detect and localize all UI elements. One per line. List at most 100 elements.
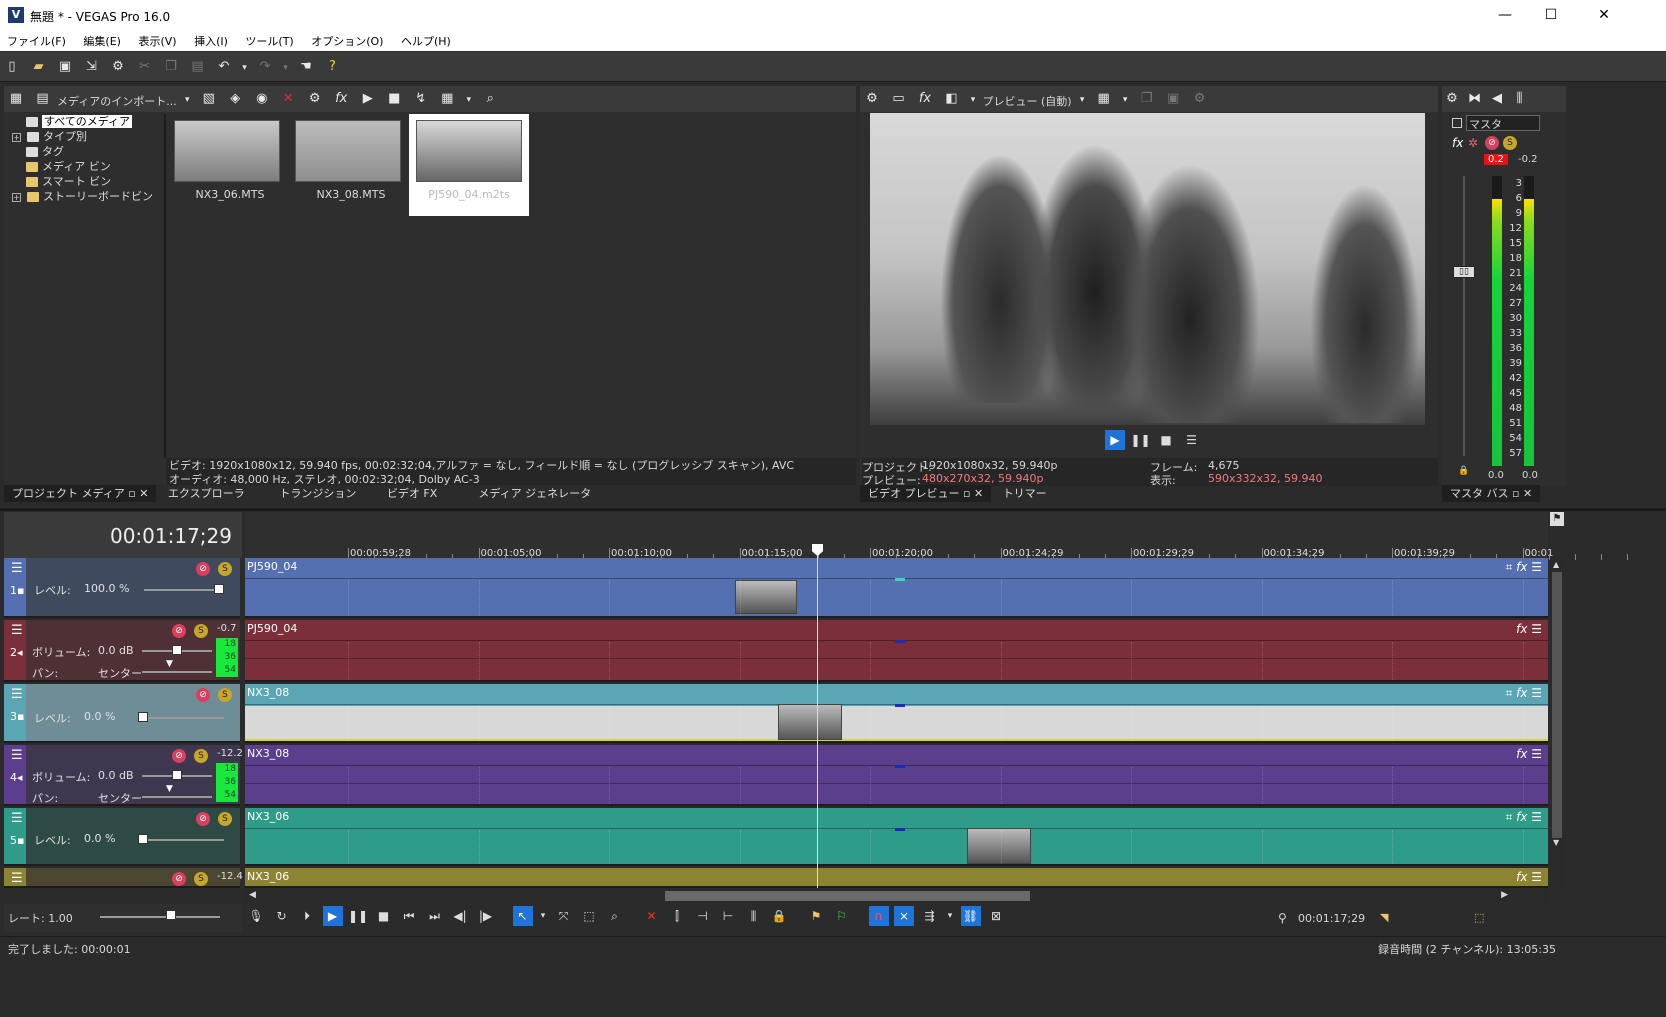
preview-quality-select[interactable]: プレビュー (自動) (983, 93, 1072, 109)
fader-lock-icon[interactable]: 🔒 (1458, 466, 1469, 476)
track-mute-icon[interactable]: ⊘ (172, 624, 186, 638)
markers-menu-icon[interactable]: ⚑ (1550, 512, 1564, 526)
lock-icon[interactable]: 🔒 (769, 906, 789, 926)
level-slider-track[interactable] (144, 589, 224, 591)
track-solo-icon[interactable]: S (218, 562, 232, 576)
scroll-up-icon[interactable]: ▲ (1553, 560, 1559, 569)
interactive-tutorial-icon[interactable]: ☚ (296, 57, 316, 77)
splitter[interactable] (164, 114, 166, 458)
whats-this-help-icon[interactable]: ? (323, 57, 343, 77)
pause-icon[interactable]: ❚❚ (1131, 430, 1151, 450)
fade-handle[interactable] (895, 640, 905, 643)
close-tab-icon[interactable]: ✕ (1523, 487, 1532, 500)
tree-item-smart-bin[interactable]: スマート ビン (4, 174, 164, 189)
event-fx-icon[interactable]: ⌗ fx ☰ (1506, 810, 1542, 825)
new-file-icon[interactable]: ▯ (2, 57, 22, 77)
float-icon[interactable]: ▫ (128, 487, 135, 500)
event-fx-icon[interactable]: ⌗ fx ☰ (1506, 560, 1542, 575)
menu-tools[interactable]: ツール(T) (238, 30, 300, 52)
preview-menu-icon[interactable]: ☰ (1182, 430, 1202, 450)
split-screen-icon[interactable]: ◧ (942, 89, 962, 109)
copy-icon[interactable]: ❐ (161, 57, 181, 77)
track-lane-5[interactable]: NX3_06 ⌗ fx ☰ (245, 808, 1548, 866)
fade-handle[interactable] (895, 578, 905, 581)
track-solo-icon[interactable]: S (194, 749, 208, 763)
track-mute-icon[interactable]: ⊘ (196, 562, 210, 576)
track-lane-1[interactable]: PJ590_04 ⌗ fx ☰ (245, 558, 1548, 618)
ignore-grouping-icon[interactable]: ⊠ (986, 906, 1006, 926)
menu-options[interactable]: オプション(O) (304, 30, 390, 52)
event-fx-icon[interactable]: fx ☰ (1516, 870, 1542, 884)
track-header-5[interactable]: ☰ 5▪ ⊘ S レベル: 0.0 % (4, 808, 240, 866)
undo-dropdown-icon[interactable]: ▾ (241, 58, 249, 78)
lock-envelopes-icon[interactable]: ⛓ (960, 906, 981, 926)
track-solo-icon[interactable]: S (218, 688, 232, 702)
previous-frame-icon[interactable]: ◀| (450, 906, 470, 926)
mixer-sliders-icon[interactable]: ⫼ (1512, 89, 1528, 109)
expand-icon[interactable]: + (12, 192, 21, 202)
master-solo-icon[interactable]: S (1503, 136, 1517, 150)
fade-handle[interactable] (895, 704, 905, 707)
go-to-end-icon[interactable]: ⏭ (425, 906, 445, 926)
track-menu-icon[interactable]: ☰ (11, 812, 25, 825)
level-slider-track[interactable] (144, 717, 224, 719)
track-menu-icon[interactable]: ☰ (11, 872, 25, 885)
views-dropdown-icon[interactable]: ▾ (464, 90, 474, 110)
level-slider-knob[interactable] (214, 584, 224, 594)
menu-file[interactable]: ファイル(F) (0, 30, 73, 52)
media-thumbnail-nx3-06[interactable]: NX3_06.MTS (174, 120, 286, 201)
tab-video-fx[interactable]: ビデオ FX (379, 485, 467, 502)
media-properties-icon[interactable]: ⚙ (305, 89, 325, 109)
tab-media-generators[interactable]: メディア ジェネレータ (470, 485, 599, 502)
import-media-icon[interactable]: ▤ (33, 89, 53, 109)
tab-project-media[interactable]: プロジェクト メディア ▫ ✕ (4, 485, 157, 502)
track-solo-icon[interactable]: S (194, 624, 208, 638)
pan-slider-knob[interactable]: ▼ (166, 784, 173, 794)
snapshot-settings-icon[interactable]: ⚙ (1190, 89, 1210, 109)
master-automation-icon[interactable]: ✲ (1468, 136, 1478, 150)
save-icon[interactable]: ▣ (55, 57, 75, 77)
downmix-icon[interactable]: ⧓ (1467, 89, 1483, 109)
level-slider-track[interactable] (144, 839, 224, 841)
capture-icon[interactable]: ▧ (199, 89, 219, 109)
redo-icon[interactable]: ↷ (255, 57, 275, 77)
insert-marker-icon[interactable]: ⚑ (806, 906, 826, 926)
tree-item-storyboard-bin[interactable]: + ストーリーボードビン (4, 189, 164, 204)
menu-insert[interactable]: 挿入(I) (187, 30, 235, 52)
pan-slider-track[interactable] (142, 796, 212, 798)
scroll-right-icon[interactable]: ▶ (1501, 890, 1508, 900)
track-lane-2[interactable]: PJ590_04 fx ☰ (245, 620, 1548, 682)
dim-output-icon[interactable]: ◀ (1489, 89, 1505, 109)
media-thumbnail-pj590-04[interactable]: PJ590_04.m2ts (409, 114, 529, 216)
fade-handle[interactable] (895, 765, 905, 768)
render-icon[interactable]: ⇲ (82, 57, 102, 77)
save-snapshot-icon[interactable]: ▣ (1163, 89, 1183, 109)
track-mute-icon[interactable]: ⊘ (172, 749, 186, 763)
record-icon[interactable]: 🎙 (246, 906, 266, 926)
tab-transitions[interactable]: トランジション (271, 485, 375, 502)
redo-dropdown-icon[interactable]: ▾ (282, 58, 290, 78)
stop-icon[interactable]: ■ (1156, 430, 1176, 450)
track-menu-icon[interactable]: ☰ (11, 562, 25, 575)
rate-slider-track[interactable] (100, 916, 220, 918)
mixer-properties-icon[interactable]: ⚙ (1444, 89, 1460, 109)
play-media-icon[interactable]: ▶ (358, 89, 378, 109)
master-fader-handle[interactable]: ▯▯ (1453, 266, 1475, 278)
track-lane-6[interactable]: NX3_06 fx ☰ (245, 868, 1548, 889)
level-slider-knob[interactable] (138, 834, 148, 844)
volume-slider-knob[interactable] (172, 645, 182, 655)
external-monitor-icon[interactable]: ▭ (889, 89, 909, 109)
get-media-icon[interactable]: ◈ (225, 89, 245, 109)
delete-icon[interactable]: ✕ (642, 906, 662, 926)
play-icon[interactable]: ▶ (322, 906, 343, 926)
play-from-start-icon[interactable]: ⏵ (297, 906, 317, 926)
timeline-vertical-scrollbar[interactable]: ▲ ▼ (1550, 558, 1564, 888)
web-media-icon[interactable]: ◉ (252, 89, 272, 109)
tab-explorer[interactable]: エクスプローラ (160, 485, 268, 502)
rate-slider-knob[interactable] (166, 910, 176, 920)
fade-handle[interactable] (895, 828, 905, 831)
auto-ripple-icon[interactable]: ⇶ (920, 906, 940, 926)
master-mute-icon[interactable]: ⊘ (1485, 136, 1499, 150)
track-menu-icon[interactable]: ☰ (11, 688, 25, 701)
minimize-button[interactable]: — (1482, 0, 1528, 30)
